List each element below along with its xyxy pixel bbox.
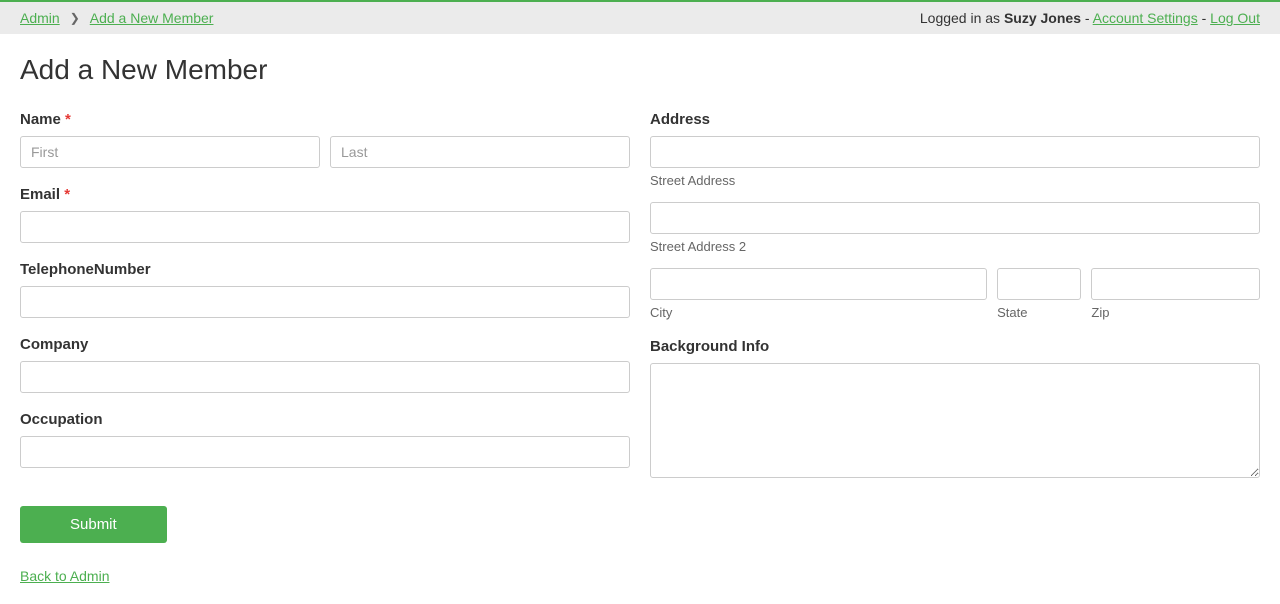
street-address-group: Street Address: [650, 136, 1260, 188]
zip-sublabel: Zip: [1091, 305, 1260, 320]
telephone-input[interactable]: [20, 286, 630, 318]
form-col-right: Address Street Address Street Address 2 …: [650, 111, 1260, 584]
breadcrumb: Admin ❯ Add a New Member: [20, 10, 213, 26]
form-col-left: Name * Email * TelephoneNumber Company O…: [20, 111, 630, 584]
name-row: [20, 136, 630, 168]
background-info-textarea[interactable]: [650, 363, 1260, 478]
city-input[interactable]: [650, 268, 987, 300]
address-label: Address: [650, 111, 1260, 128]
telephone-group: TelephoneNumber: [20, 261, 630, 318]
back-to-admin-link[interactable]: Back to Admin: [20, 568, 110, 584]
address-group: Address Street Address Street Address 2 …: [650, 111, 1260, 320]
street-address2-input[interactable]: [650, 202, 1260, 234]
name-label: Name *: [20, 111, 630, 128]
state-sublabel: State: [997, 305, 1081, 320]
form-row: Name * Email * TelephoneNumber Company O…: [20, 111, 1260, 584]
street-address-sublabel: Street Address: [650, 173, 1260, 188]
occupation-group: Occupation: [20, 411, 630, 468]
street-address2-sublabel: Street Address 2: [650, 239, 1260, 254]
email-input[interactable]: [20, 211, 630, 243]
username: Suzy Jones: [1004, 10, 1081, 26]
state-group: State: [997, 268, 1081, 320]
company-group: Company: [20, 336, 630, 393]
chevron-right-icon: ❯: [70, 11, 80, 25]
email-group: Email *: [20, 186, 630, 243]
city-state-zip-row: City State Zip: [650, 268, 1260, 320]
company-label: Company: [20, 336, 630, 353]
breadcrumb-current-link[interactable]: Add a New Member: [90, 10, 214, 26]
occupation-input[interactable]: [20, 436, 630, 468]
required-asterisk: *: [61, 111, 71, 128]
background-info-label: Background Info: [650, 338, 1260, 355]
user-sep1: -: [1081, 10, 1093, 26]
logout-link[interactable]: Log Out: [1210, 10, 1260, 26]
user-sep2: -: [1198, 10, 1210, 26]
company-input[interactable]: [20, 361, 630, 393]
last-name-input[interactable]: [330, 136, 630, 168]
account-settings-link[interactable]: Account Settings: [1093, 10, 1198, 26]
zip-input[interactable]: [1091, 268, 1260, 300]
street-address-input[interactable]: [650, 136, 1260, 168]
occupation-label: Occupation: [20, 411, 630, 428]
user-info: Logged in as Suzy Jones - Account Settin…: [920, 10, 1260, 26]
submit-button[interactable]: Submit: [20, 506, 167, 543]
city-sublabel: City: [650, 305, 987, 320]
background-info-group: Background Info: [650, 338, 1260, 481]
state-input[interactable]: [997, 268, 1081, 300]
logged-in-prefix: Logged in as: [920, 10, 1004, 26]
city-group: City: [650, 268, 987, 320]
telephone-label: TelephoneNumber: [20, 261, 630, 278]
email-label: Email *: [20, 186, 630, 203]
first-name-input[interactable]: [20, 136, 320, 168]
page-title: Add a New Member: [20, 54, 1260, 86]
top-bar: Admin ❯ Add a New Member Logged in as Su…: [0, 0, 1280, 34]
required-asterisk: *: [60, 186, 70, 203]
zip-group: Zip: [1091, 268, 1260, 320]
content: Add a New Member Name * Email * Telephon…: [0, 34, 1280, 604]
name-group: Name *: [20, 111, 630, 168]
street-address2-group: Street Address 2: [650, 202, 1260, 254]
breadcrumb-admin-link[interactable]: Admin: [20, 10, 60, 26]
